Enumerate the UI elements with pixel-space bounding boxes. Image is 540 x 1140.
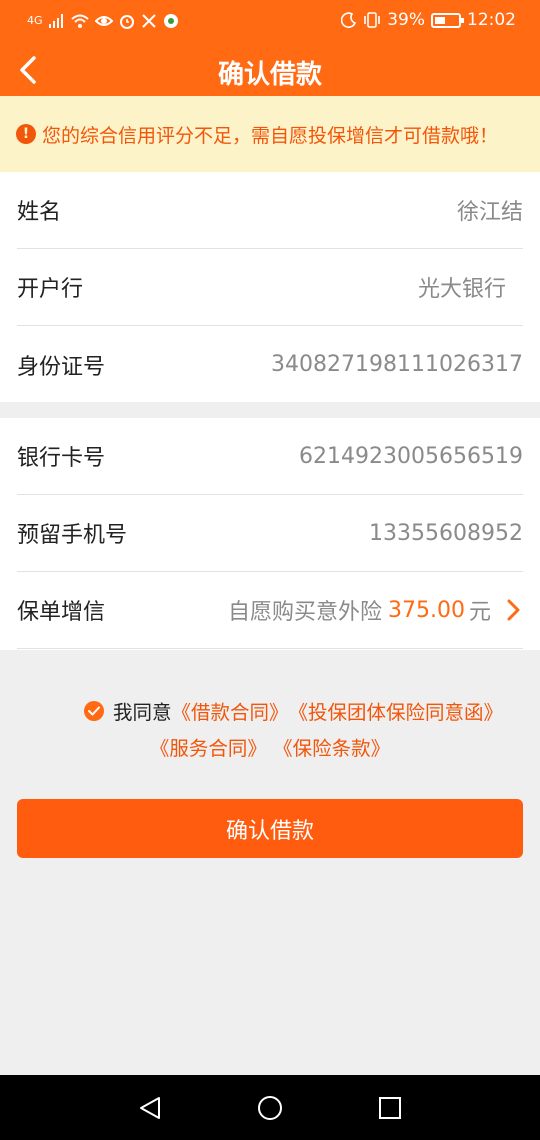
check-icon (88, 706, 100, 715)
home-circle-icon[interactable] (257, 1095, 283, 1121)
personal-info-card: 姓名 徐江结 开户行 光大银行 身份证号 340827198111026317 (0, 172, 540, 402)
battery-icon (431, 12, 464, 28)
insurance-amount: 375.00 (388, 597, 465, 623)
card-number-value: 6214923005656519 (299, 443, 523, 469)
name-value: 徐江结 (456, 200, 523, 225)
system-navigation-bar (0, 1075, 540, 1140)
confirm-loan-button[interactable]: 确认借款 (17, 799, 523, 858)
card-number-row: 银行卡号 6214923005656519 (17, 418, 523, 495)
status-bar: 4G 39% 12:02 (0, 0, 540, 44)
id-number-row: 身份证号 340827198111026317 (17, 326, 523, 403)
back-triangle-icon[interactable] (137, 1095, 163, 1121)
moon-icon (341, 12, 357, 28)
loan-contract-link[interactable]: 《借款合同》 (172, 696, 289, 725)
chevron-right-icon (507, 599, 520, 621)
notice-text: 您的综合信用评分不足，需自愿投保增信才可借款哦！ (42, 124, 499, 147)
insurance-value: 自愿购买意外险 375.00 元 (228, 594, 523, 626)
agree-checkbox[interactable] (84, 700, 104, 721)
phone-row: 预留手机号 13355608952 (17, 495, 523, 572)
credit-notice-banner: ! 您的综合信用评分不足，需自愿投保增信才可借款哦！ (0, 96, 540, 172)
id-number-value: 340827198111026317 (271, 352, 523, 377)
phone-label: 预留手机号 (17, 523, 128, 548)
agreement-line-2: 《服务合同》 《保险条款》 (0, 732, 540, 761)
insurance-label: 保单增信 (17, 600, 106, 625)
agreement-line-1: 我同意 《借款合同》 《投保团体保险同意函》 (84, 696, 503, 725)
eye-icon (94, 16, 113, 26)
wifi-icon (70, 14, 89, 28)
silent-icon (141, 14, 156, 28)
insurance-unit: 元 (468, 600, 491, 625)
name-row: 姓名 徐江结 (17, 172, 523, 249)
battery-percent: 39% (387, 10, 425, 30)
insurance-terms-link[interactable]: 《保险条款》 (273, 737, 390, 760)
service-contract-link[interactable]: 《服务合同》 (150, 737, 267, 760)
name-label: 姓名 (17, 200, 62, 225)
bank-name-label: 开户行 (17, 277, 84, 302)
bank-name-value: 光大银行 (417, 277, 506, 302)
id-number-label: 身份证号 (17, 354, 106, 380)
bank-name-row: 开户行 光大银行 (17, 249, 523, 326)
clock: 12:02 (467, 10, 516, 30)
header-bar: 确认借款 (0, 44, 540, 96)
network-label: 4G (27, 14, 43, 27)
agree-prefix: 我同意 (113, 701, 172, 724)
exclamation-icon: ! (16, 124, 36, 144)
insurance-row[interactable]: 保单增信 自愿购买意外险 375.00 元 (17, 572, 523, 649)
phone-value: 13355608952 (369, 520, 523, 546)
app-notification-icon (163, 14, 178, 28)
bank-info-card: 银行卡号 6214923005656519 预留手机号 13355608952 … (0, 418, 540, 650)
status-icons-left: 4G (27, 12, 179, 30)
page-title: 确认借款 (217, 60, 322, 90)
vibrate-icon (364, 12, 381, 28)
status-icons-right: 39% 12:02 (341, 10, 516, 30)
recents-square-icon[interactable] (378, 1096, 402, 1120)
card-number-label: 银行卡号 (17, 446, 106, 471)
group-insurance-consent-link[interactable]: 《投保团体保险同意函》 (289, 696, 504, 725)
alarm-icon (119, 15, 134, 29)
insurance-desc: 自愿购买意外险 (227, 600, 382, 625)
signal-icon (48, 14, 63, 28)
